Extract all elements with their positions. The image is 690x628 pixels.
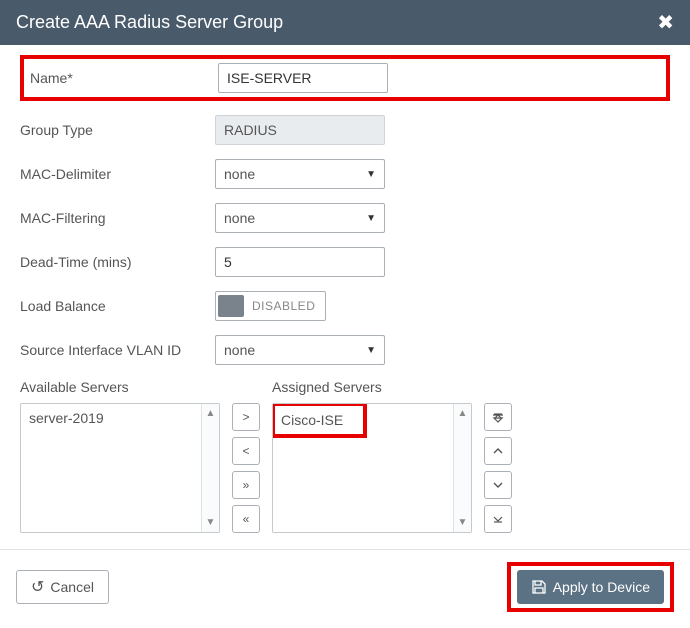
assigned-servers-list[interactable]: Cisco-ISE ▲ ▼ (272, 403, 472, 533)
load-balance-toggle[interactable]: DISABLED (215, 291, 326, 321)
source-vlan-value: none (224, 342, 255, 358)
modal-title: Create AAA Radius Server Group (16, 12, 283, 33)
modal-footer: ↺ Cancel Apply to Device (0, 549, 690, 628)
move-buttons: > < » « (232, 379, 260, 533)
chevron-down-icon: ▼ (366, 169, 376, 180)
assigned-servers-title: Assigned Servers (272, 379, 472, 395)
move-up-button[interactable] (484, 437, 512, 465)
list-item[interactable]: server-2019 (29, 410, 193, 426)
scroll-up-icon[interactable]: ▲ (206, 408, 216, 419)
save-icon (531, 579, 547, 595)
chevron-top-icon (492, 411, 504, 423)
highlight-assigned-item: Cisco-ISE (273, 404, 367, 438)
chevron-down-icon: ▼ (366, 345, 376, 356)
move-all-left-button[interactable]: « (232, 505, 260, 533)
scrollbar[interactable]: ▲ ▼ (453, 404, 471, 532)
name-input[interactable] (218, 63, 388, 93)
group-type-value: RADIUS (215, 115, 385, 145)
mac-filtering-label: MAC-Filtering (20, 210, 215, 226)
source-vlan-select[interactable]: none ▼ (215, 335, 385, 365)
move-left-button[interactable]: < (232, 437, 260, 465)
list-item[interactable]: Cisco-ISE (281, 412, 343, 428)
toggle-knob (218, 295, 244, 317)
group-type-label: Group Type (20, 122, 215, 138)
scroll-up-icon[interactable]: ▲ (458, 408, 468, 419)
scroll-down-icon[interactable]: ▼ (458, 517, 468, 528)
apply-to-device-button[interactable]: Apply to Device (517, 570, 664, 604)
toggle-state: DISABLED (252, 299, 315, 313)
available-servers-list[interactable]: server-2019 ▲ ▼ (20, 403, 220, 533)
modal-header: Create AAA Radius Server Group ✖ (0, 0, 690, 45)
dead-time-label: Dead-Time (mins) (20, 254, 215, 270)
available-servers-title: Available Servers (20, 379, 220, 395)
group-type-text: RADIUS (224, 122, 277, 138)
load-balance-label: Load Balance (20, 298, 215, 314)
chevron-down-icon: ▼ (366, 213, 376, 224)
move-bottom-button[interactable] (484, 505, 512, 533)
mac-delimiter-select[interactable]: none ▼ (215, 159, 385, 189)
modal: Create AAA Radius Server Group ✖ Name* G… (0, 0, 690, 628)
highlight-name-row: Name* (20, 55, 670, 101)
move-right-button[interactable]: > (232, 403, 260, 431)
move-down-button[interactable] (484, 471, 512, 499)
mac-filtering-select[interactable]: none ▼ (215, 203, 385, 233)
name-label: Name* (30, 70, 218, 86)
undo-icon: ↺ (31, 577, 44, 597)
close-icon[interactable]: ✖ (657, 10, 674, 35)
chevron-bottom-icon (492, 513, 504, 525)
mac-filtering-value: none (224, 210, 255, 226)
cancel-button[interactable]: ↺ Cancel (16, 570, 109, 604)
modal-body: Name* Group Type RADIUS MAC-Delimiter no… (0, 45, 690, 549)
scrollbar[interactable]: ▲ ▼ (201, 404, 219, 532)
server-dual-list: Available Servers server-2019 ▲ ▼ > < » … (20, 379, 670, 533)
apply-button-label: Apply to Device (553, 579, 650, 595)
scroll-down-icon[interactable]: ▼ (206, 517, 216, 528)
move-top-button[interactable] (484, 403, 512, 431)
chevron-up-icon (492, 445, 504, 457)
mac-delimiter-label: MAC-Delimiter (20, 166, 215, 182)
move-all-right-button[interactable]: » (232, 471, 260, 499)
reorder-buttons (484, 379, 512, 533)
source-vlan-label: Source Interface VLAN ID (20, 342, 215, 358)
chevron-down-icon (492, 479, 504, 491)
dead-time-input[interactable] (215, 247, 385, 277)
cancel-button-label: Cancel (50, 579, 94, 595)
highlight-apply-button: Apply to Device (507, 562, 674, 612)
mac-delimiter-value: none (224, 166, 255, 182)
